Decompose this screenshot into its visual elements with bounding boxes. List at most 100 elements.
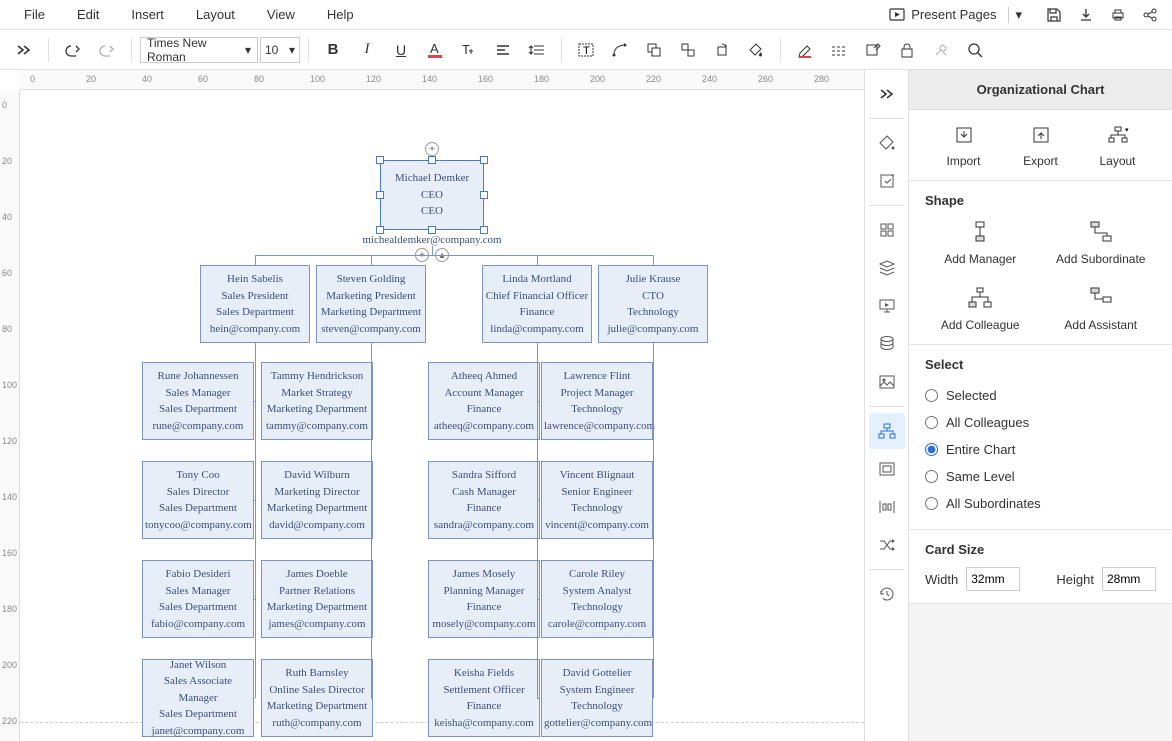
- org-node[interactable]: Ruth BarnsleyOnline Sales DirectorMarket…: [261, 659, 373, 737]
- org-node[interactable]: Rune JohannessenSales ManagerSales Depar…: [142, 362, 254, 440]
- fill-panel-icon[interactable]: [869, 125, 905, 161]
- org-node[interactable]: Hein SabelisSales PresidentSales Departm…: [200, 265, 310, 343]
- selection-handle[interactable]: [428, 226, 436, 234]
- org-node[interactable]: Tony CooSales DirectorSales Departmentto…: [142, 461, 254, 539]
- org-node-email: michealdemker@company.com: [362, 234, 502, 246]
- org-node[interactable]: David GottelierSystem EngineerTechnology…: [541, 659, 653, 737]
- undo-button[interactable]: [57, 34, 89, 66]
- text-case-button[interactable]: T: [453, 34, 485, 66]
- history-panel-icon[interactable]: [869, 576, 905, 612]
- selection-handle[interactable]: [376, 156, 384, 164]
- font-select[interactable]: Times New Roman▾: [140, 37, 258, 63]
- selection-handle[interactable]: [480, 226, 488, 234]
- org-node[interactable]: James DoeblePartner RelationsMarketing D…: [261, 560, 373, 638]
- highlighter-button[interactable]: [789, 34, 821, 66]
- bold-button[interactable]: B: [317, 34, 349, 66]
- italic-button[interactable]: I: [351, 34, 383, 66]
- arrange-button[interactable]: [638, 34, 670, 66]
- org-node[interactable]: Vincent BlignautSenior EngineerTechnolog…: [541, 461, 653, 539]
- vertical-ruler: 020406080100120140160180200220: [0, 90, 20, 741]
- org-node[interactable]: Carole RileySystem AnalystTechnologycaro…: [541, 560, 653, 638]
- edit-button[interactable]: [857, 34, 889, 66]
- org-node[interactable]: Tammy HendricksonMarket StrategyMarketin…: [261, 362, 373, 440]
- horizontal-ruler: 020406080100120140160180200220240260280: [20, 70, 864, 90]
- text-box-button[interactable]: T: [570, 34, 602, 66]
- lock-button[interactable]: [891, 34, 923, 66]
- image-panel-icon[interactable]: [869, 364, 905, 400]
- print-button[interactable]: [1104, 1, 1132, 29]
- org-node[interactable]: Sandra SiffordCash ManagerFinancesandra@…: [428, 461, 540, 539]
- menu-layout[interactable]: Layout: [180, 1, 251, 28]
- selection-handle[interactable]: [376, 191, 384, 199]
- select-option[interactable]: Selected: [925, 382, 1156, 409]
- canvas[interactable]: 020406080100120140160180200220240260280 …: [0, 70, 864, 741]
- selection-handle[interactable]: [480, 156, 488, 164]
- org-node[interactable]: Michael DemkerCEOCEO: [380, 160, 484, 230]
- add-colleague-button[interactable]: Add Colleague: [925, 284, 1036, 332]
- org-node[interactable]: Janet WilsonSales Associate ManagerSales…: [142, 659, 254, 737]
- tools-button[interactable]: [925, 34, 957, 66]
- select-option[interactable]: Same Level: [925, 463, 1156, 490]
- org-node[interactable]: Linda MortlandChief Financial OfficerFin…: [482, 265, 592, 343]
- connector-button[interactable]: [604, 34, 636, 66]
- export-panel-icon[interactable]: [869, 163, 905, 199]
- org-node[interactable]: Steven GoldingMarketing PresidentMarketi…: [316, 265, 426, 343]
- menu-file[interactable]: File: [8, 1, 61, 28]
- presentation-panel-icon[interactable]: [869, 288, 905, 324]
- org-node[interactable]: David WilburnMarketing DirectorMarketing…: [261, 461, 373, 539]
- shuffle-panel-icon[interactable]: [869, 527, 905, 563]
- download-button[interactable]: [1072, 1, 1100, 29]
- line-style-button[interactable]: [823, 34, 855, 66]
- chevron-down-icon[interactable]: ▾: [1008, 7, 1028, 23]
- import-button[interactable]: Import: [925, 122, 1002, 168]
- expand-button[interactable]: [8, 34, 40, 66]
- org-node[interactable]: Julie KrauseCTOTechnologyjulie@company.c…: [598, 265, 708, 343]
- org-node[interactable]: James MoselyPlanning ManagerFinancemosel…: [428, 560, 540, 638]
- menu-help[interactable]: Help: [311, 1, 370, 28]
- select-option[interactable]: Entire Chart: [925, 436, 1156, 463]
- font-size-select[interactable]: 10▾: [260, 37, 300, 63]
- org-node[interactable]: Lawrence FlintProject ManagerTechnologyl…: [541, 362, 653, 440]
- present-pages-button[interactable]: Present Pages ▾: [881, 3, 1036, 27]
- org-node[interactable]: Keisha FieldsSettlement OfficerFinanceke…: [428, 659, 540, 737]
- orgchart-panel-icon[interactable]: [869, 413, 905, 449]
- layout-button[interactable]: ▾ Layout: [1079, 122, 1156, 168]
- width-input[interactable]: [966, 567, 1020, 591]
- apps-panel-icon[interactable]: [869, 212, 905, 248]
- shape-header: Shape: [925, 193, 1156, 208]
- distribute-panel-icon[interactable]: [869, 489, 905, 525]
- underline-button[interactable]: U: [385, 34, 417, 66]
- panel-cardsize: Card Size Width Height: [909, 530, 1172, 604]
- add-assistant-button[interactable]: Add Assistant: [1046, 284, 1157, 332]
- select-option[interactable]: All Subordinates: [925, 490, 1156, 517]
- group-button[interactable]: [672, 34, 704, 66]
- menu-insert[interactable]: Insert: [115, 1, 180, 28]
- rotate-button[interactable]: [706, 34, 738, 66]
- org-node[interactable]: Atheeq AhmedAccount ManagerFinanceatheeq…: [428, 362, 540, 440]
- add-subordinate-button[interactable]: Add Subordinate: [1046, 218, 1157, 266]
- menu-view[interactable]: View: [251, 1, 311, 28]
- height-input[interactable]: [1102, 567, 1156, 591]
- search-button[interactable]: [959, 34, 991, 66]
- redo-button[interactable]: [91, 34, 123, 66]
- add-node-button[interactable]: +: [425, 142, 439, 156]
- save-button[interactable]: [1040, 1, 1068, 29]
- panel-actions: Import Export ▾ Layout: [909, 110, 1172, 181]
- selection-handle[interactable]: [376, 226, 384, 234]
- data-panel-icon[interactable]: [869, 326, 905, 362]
- export-button[interactable]: Export: [1002, 122, 1079, 168]
- selection-handle[interactable]: [428, 156, 436, 164]
- org-node[interactable]: Fabio DesideriSales ManagerSales Departm…: [142, 560, 254, 638]
- select-option[interactable]: All Colleagues: [925, 409, 1156, 436]
- slide-panel-icon[interactable]: [869, 451, 905, 487]
- add-manager-button[interactable]: Add Manager: [925, 218, 1036, 266]
- line-spacing-button[interactable]: [521, 34, 553, 66]
- share-button[interactable]: [1136, 1, 1164, 29]
- font-color-button[interactable]: A: [419, 34, 451, 66]
- selection-handle[interactable]: [480, 191, 488, 199]
- collapse-panel-button[interactable]: [869, 76, 905, 112]
- fill-button[interactable]: [740, 34, 772, 66]
- align-button[interactable]: [487, 34, 519, 66]
- menu-edit[interactable]: Edit: [61, 1, 115, 28]
- layers-panel-icon[interactable]: [869, 250, 905, 286]
